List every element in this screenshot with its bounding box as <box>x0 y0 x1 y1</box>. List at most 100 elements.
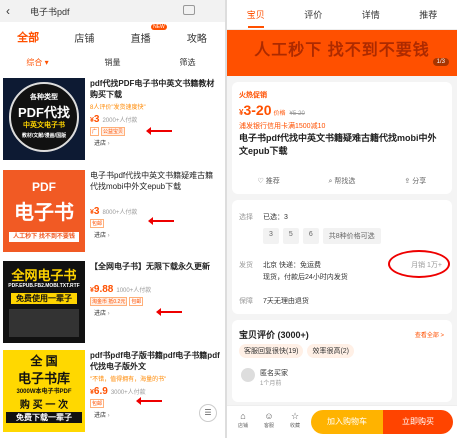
shop-label: 店铺 <box>237 423 248 429</box>
share-button[interactable]: ⇪ 分享 <box>379 176 452 186</box>
price-label: 价格 <box>273 111 286 117</box>
product-detail-pane: 人工秒下 找不到不要钱 1/3 宝贝 评价 详情 推荐 火热促销 ¥3-20 价格… <box>227 0 457 438</box>
tab-all[interactable]: 全部 <box>0 29 56 45</box>
reviews-card: 宝贝评价 (3000+) 查看全部 > 客服回复很快(19) 效率很高(2) 匿… <box>232 320 452 402</box>
thumb-text: 全 国 <box>30 354 58 368</box>
list-icon[interactable]: ☰ <box>199 404 217 422</box>
option-chip[interactable]: 3 <box>263 228 279 244</box>
select-row[interactable]: 选择 已选：3 <box>239 212 288 222</box>
red-circle-annotation <box>388 250 450 278</box>
product-price: ¥3 8000+人付款 <box>90 206 138 217</box>
recommend-button[interactable]: ♡ 推荐 <box>232 176 305 186</box>
shop-link[interactable]: 进店 › <box>90 230 220 239</box>
search-bar: ‹ 电子书pdf <box>0 0 225 22</box>
add-to-cart-button[interactable]: 加入购物车 <box>311 410 383 434</box>
tab-live[interactable]: 直播 NEW <box>113 23 169 45</box>
enter-shop[interactable]: 进店 <box>94 233 106 239</box>
tab-live-label: 直播 <box>130 33 151 45</box>
sort-sales[interactable]: 销量 <box>75 57 150 68</box>
sort-comprehensive[interactable]: 综合 ▾ <box>0 57 75 68</box>
tab-shops[interactable]: 店铺 <box>56 30 112 45</box>
tab-item[interactable]: 宝贝 <box>227 8 285 28</box>
thumb-text: PDF代找 <box>17 105 70 120</box>
enter-shop[interactable]: 进店 <box>94 413 106 419</box>
tab-details[interactable]: 详情 <box>342 8 400 21</box>
thumb-text: 人工秒下 找不到不要钱 <box>9 232 79 242</box>
review-tag[interactable]: 效率很高(2) <box>307 344 355 358</box>
help-choose-label: 帮找选 <box>334 178 356 185</box>
buy-now-button[interactable]: 立即购买 <box>383 410 453 434</box>
price-value: 6.9 <box>93 386 108 397</box>
red-arrow-annotation <box>136 397 162 405</box>
chevron-left-icon[interactable]: ‹ <box>6 4 16 18</box>
review-tag[interactable]: 客服回复很快(19) <box>239 344 304 358</box>
recommend-label: 推荐 <box>265 178 280 185</box>
product-price: ¥6.9 3000+人付款 <box>90 386 146 397</box>
paid-count: 1000+人付款 <box>116 288 152 294</box>
list-item[interactable]: 全网电子书 PDF.EPUB.FB2.MOBI.TXT.RTF 免费使用一辈子 … <box>0 261 225 349</box>
list-item[interactable]: 全 国 电子书库 3000W本电子书PDF 购 买 一 次 免费下载一辈子 pd… <box>0 350 225 438</box>
free-shipping-tag: 包邮 <box>129 297 144 306</box>
service-button[interactable]: ☺ 客服 <box>257 410 281 429</box>
search-input[interactable]: 电子书pdf <box>30 5 70 18</box>
options-card: 选择 已选：3 3 5 6 共8种价格可选 发货 北京 快递：免运费 现货，付款后2… <box>232 200 452 314</box>
action-row: ♡ 推荐 ⌕ 帮找选 ⇪ 分享 <box>232 172 452 190</box>
view-all-reviews[interactable]: 查看全部 > <box>415 330 444 339</box>
promo-label: 火热促销 <box>239 92 267 99</box>
new-badge: NEW <box>151 23 167 30</box>
list-item[interactable]: 各种类型 PDF代找 中英文电子书 教材/文献/漫画/国版 pdf代找PDF电子… <box>0 78 225 166</box>
select-value: 已选：3 <box>263 214 288 221</box>
price-range: 3-20 <box>243 102 272 118</box>
enter-shop[interactable]: 进店 <box>94 141 106 147</box>
ship-note: 现货，付款后24小时内发货 <box>263 274 348 281</box>
option-chip[interactable]: 5 <box>282 228 299 244</box>
paid-count: 3000+人付款 <box>110 390 146 396</box>
guarantee-label: 保障 <box>239 298 253 305</box>
shop-link[interactable]: 进店 › <box>90 308 220 317</box>
bank-promo[interactable]: 浦发银行信用卡满1500减10 <box>239 121 325 131</box>
guarantee-value: 7天无理由退货 <box>263 298 309 305</box>
help-choose-button[interactable]: ⌕ 帮找选 <box>305 176 378 186</box>
thumb-text: 全网电子书 <box>11 268 77 283</box>
favorite-button[interactable]: ☆ 收藏 <box>283 410 307 429</box>
product-title: 电子书pdf代找中英文书籍疑难古籍代找mobi中外文epub下载 <box>239 133 437 156</box>
price-card: 火热促销 ¥3-20 价格 ¥5-20 浦发银行信用卡满1500减10 电子书pdf… <box>232 82 452 194</box>
product-title: pdf书pdf电子版书籍pdf电子书籍pdf代找电子版外文 <box>90 351 220 371</box>
shop-icon: ⌂ <box>240 411 246 421</box>
guarantee-row[interactable]: 保障 7天无理由退货 <box>239 296 309 306</box>
thumb-text: 电子书库 <box>17 371 70 386</box>
chat-icon: ☺ <box>264 411 274 421</box>
shop-button[interactable]: ⌂ 店铺 <box>231 410 255 429</box>
share-label: 分享 <box>412 178 427 185</box>
option-chip[interactable]: 共8种价格可选 <box>322 228 381 244</box>
paid-count: 2000+人付款 <box>102 118 138 124</box>
tab-recommend[interactable]: 推荐 <box>400 8 457 21</box>
thumb-text: 各种类型 <box>30 94 58 101</box>
charity-tag: 公益宝贝 <box>101 127 126 136</box>
ship-label: 发货 <box>239 262 253 269</box>
shop-link[interactable]: 进店 › <box>90 138 220 147</box>
tab-guides[interactable]: 攻略 <box>169 30 225 45</box>
reviews-header: 宝贝评价 (3000+) <box>239 330 309 340</box>
product-price: ¥3-20 价格 ¥5-20 <box>239 102 305 118</box>
list-item[interactable]: PDF 电子书 人工秒下 找不到不要钱 电子书pdf代找中英文书籍疑难古籍代找m… <box>0 170 225 258</box>
shipping-row: 发货 北京 快递：免运费 <box>239 260 321 270</box>
filter-button[interactable]: 筛选 <box>150 57 225 68</box>
tab-reviews[interactable]: 评价 <box>285 8 343 21</box>
thumb-text: 电子书 <box>14 202 74 224</box>
option-chip[interactable]: 6 <box>302 228 319 244</box>
avatar <box>241 368 255 382</box>
product-thumbnail: 全网电子书 PDF.EPUB.FB2.MOBI.TXT.RTF 免费使用一辈子 <box>3 261 85 343</box>
thumb-text: 免费使用一辈子 <box>11 293 77 304</box>
camera-icon[interactable] <box>183 5 195 15</box>
product-price: ¥3 2000+人付款 <box>90 114 138 125</box>
free-shipping-tag: 包邮 <box>90 219 105 228</box>
service-label: 客服 <box>263 423 274 429</box>
image-page-indicator: 1/3 <box>432 58 449 66</box>
detail-tabs: 宝贝 评价 详情 推荐 <box>227 0 457 30</box>
product-thumbnail: 全 国 电子书库 3000W本电子书PDF 购 买 一 次 免费下载一辈子 <box>3 350 85 432</box>
review-date: 1个月前 <box>260 381 282 387</box>
enter-shop[interactable]: 进店 <box>94 311 106 317</box>
reviewer-name: 匿名买家 <box>260 370 288 377</box>
price-value: 9.88 <box>93 284 114 295</box>
